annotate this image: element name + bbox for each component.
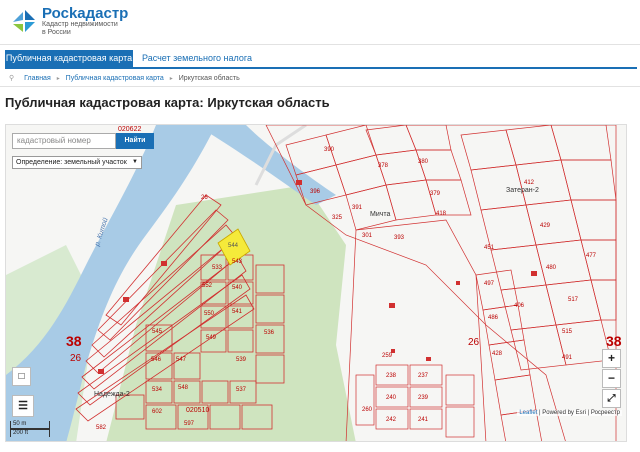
parcel-label: 429 [540, 223, 551, 229]
parcel-label: 547 [176, 357, 187, 363]
parcel-label: 260 [362, 407, 373, 413]
parcel-label: 549 [206, 335, 217, 341]
parcel-label: 325 [332, 215, 343, 221]
logo-title[interactable]: Росkадастр [42, 5, 128, 22]
tab-public-cadastral-map[interactable]: Публичная кадастровая карта [5, 50, 133, 67]
breadcrumb-separator-icon: ▸ [56, 76, 60, 82]
region-code-label: 38 [66, 333, 82, 349]
layers-icon[interactable]: ☰ [12, 395, 34, 417]
parcel-label: 491 [562, 355, 573, 361]
find-button[interactable]: Найти [116, 133, 154, 149]
parcel-label: 477 [586, 253, 597, 259]
scale-bar: 50 m 200 ft [10, 421, 50, 437]
breadcrumb-separator-icon: ▸ [169, 76, 173, 82]
village-label: Затеран-2 [506, 187, 539, 194]
parcel-label: 418 [436, 211, 447, 217]
breadcrumb-divider [0, 86, 640, 87]
scale-metric: 50 m [10, 421, 50, 429]
fullscreen-button[interactable]: ⤢ [602, 389, 621, 408]
parcel-label: 242 [386, 417, 397, 423]
parcel-label: 486 [488, 315, 499, 321]
district-code-label: 26 [70, 353, 82, 364]
parcel-label: 548 [178, 385, 189, 391]
breadcrumb: ⚲ Главная ▸ Публичная кадастровая карта … [9, 74, 240, 82]
zoom-in-button[interactable]: + [602, 349, 621, 368]
location-pin-icon: ⚲ [9, 75, 15, 82]
square-select-icon[interactable]: □ [12, 367, 31, 386]
parcel-label: 539 [236, 357, 247, 363]
attribution-text: | Powered by Esri | Росреестр [537, 410, 620, 416]
leaflet-link[interactable]: Leaflet [519, 410, 537, 416]
parcel-label: 241 [418, 417, 429, 423]
breadcrumb-current: Иркутская область [178, 75, 240, 82]
district-code-label: 26 [468, 337, 480, 348]
breadcrumb-home[interactable]: Главная [24, 75, 51, 82]
quarter-code-label: 020510 [186, 407, 210, 414]
parcel-label: 537 [236, 387, 247, 393]
parcel-label: 378 [378, 163, 389, 169]
quarter-code-label: 020622 [118, 126, 142, 133]
header-divider [0, 44, 640, 45]
parcel-label: 259 [382, 353, 393, 359]
parcel-label: 237 [418, 373, 429, 379]
parcel-label: 428 [492, 351, 503, 357]
definition-select[interactable]: Определение: земельный участок ▼ [12, 156, 142, 169]
village-label: Мичта [370, 211, 391, 218]
selected-parcel-label[interactable]: 544 [228, 243, 238, 249]
parcel-label: 396 [310, 189, 321, 195]
parcel-label: 536 [264, 330, 275, 336]
zoom-out-button[interactable]: − [602, 369, 621, 388]
parcel-label: 391 [352, 205, 363, 211]
page-title: Публичная кадастровая карта: Иркутская о… [5, 95, 330, 110]
parcel-label: 517 [568, 297, 579, 303]
parcel-label: 582 [96, 425, 107, 431]
parcel-label: 602 [152, 409, 163, 415]
cadastral-map[interactable]: 26 552 543 550 540 541 537 534 539 536 5… [5, 124, 627, 442]
parcel-label: 379 [430, 191, 441, 197]
parcel-label: 541 [232, 309, 243, 315]
logo-subtitle-line-2: в России [42, 29, 71, 36]
breadcrumb-map[interactable]: Публичная кадастровая карта [66, 75, 164, 82]
parcel-label: 550 [204, 311, 215, 317]
cadastral-number-input[interactable]: кадастровый номер [12, 133, 116, 149]
parcel-label: 540 [232, 285, 243, 291]
parcel-label: 546 [151, 357, 162, 363]
parcel-label: 515 [562, 329, 573, 335]
parcel-label: 390 [324, 147, 335, 153]
parcel-label: 545 [152, 329, 163, 335]
parcel-label: 534 [152, 387, 163, 393]
parcel-label: 533 [212, 265, 223, 271]
parcel-label: 597 [184, 421, 195, 427]
parcel-label: 451 [484, 245, 495, 251]
scale-imperial: 200 ft [10, 429, 50, 437]
parcel-label: 552 [202, 283, 213, 289]
parcel-label: 543 [232, 259, 243, 265]
village-label: Надежда-2 [94, 391, 130, 398]
parcel-label: 239 [418, 395, 429, 401]
site-header: Росkадастр Кадастр недвижимости в России [0, 0, 640, 46]
tab-land-tax-calculation[interactable]: Расчет земельного налога [142, 50, 252, 67]
parcel-label: 26 [201, 195, 208, 201]
parcel-label: 393 [394, 235, 405, 241]
parcel-label: 406 [514, 303, 525, 309]
parcel-label: 480 [546, 265, 557, 271]
parcel-label: 497 [484, 281, 495, 287]
parcel-label: 301 [362, 233, 373, 239]
logo-subtitle-line-1: Кадастр недвижимости [42, 21, 118, 28]
logo-subtitle: Кадастр недвижимости в России [42, 21, 118, 37]
rosreestr-logo-icon[interactable] [11, 8, 37, 34]
parcel-label: 380 [418, 159, 429, 165]
map-attribution: Leaflet | Powered by Esri | Росреестр [517, 410, 622, 416]
parcel-label: 240 [386, 395, 397, 401]
parcel-label: 412 [524, 180, 535, 186]
nav-underline [5, 67, 637, 69]
chevron-down-icon: ▼ [132, 159, 138, 165]
region-code-label: 38 [606, 333, 622, 349]
definition-select-value: Определение: земельный участок [16, 159, 127, 166]
parcel-label: 238 [386, 373, 397, 379]
